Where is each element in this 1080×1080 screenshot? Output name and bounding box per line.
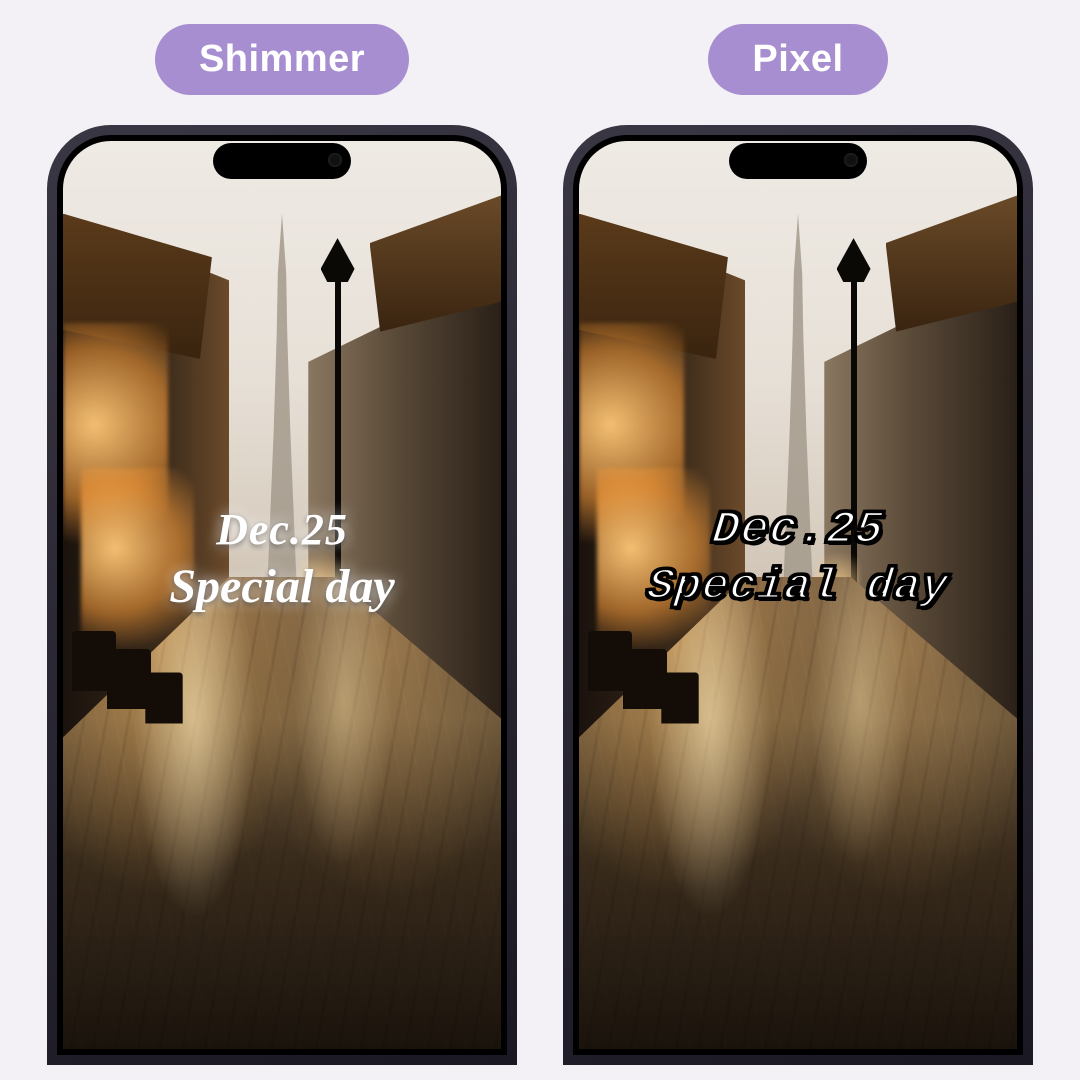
overlay-text-pixel: Dec.25 Special day — [579, 504, 1017, 612]
phone-screen-left: Dec.25 Special day — [63, 141, 501, 1049]
overlay-line2: Special day — [63, 559, 501, 614]
left-column: Shimmer — [47, 24, 517, 1065]
overlay-line1: Dec.25 — [579, 504, 1017, 556]
effect-label-shimmer: Shimmer — [155, 24, 409, 95]
phone-screen-right: Dec.25 Special day — [579, 141, 1017, 1049]
right-column: Pixel — [563, 24, 1033, 1065]
comparison-stage: Shimmer — [0, 0, 1080, 1080]
phone-mockup-left: Dec.25 Special day — [47, 125, 517, 1065]
front-camera — [844, 153, 858, 167]
effect-label-pixel: Pixel — [708, 24, 887, 95]
front-camera — [328, 153, 342, 167]
overlay-text-shimmer: Dec.25 Special day — [63, 504, 501, 614]
phone-mockup-right: Dec.25 Special day — [563, 125, 1033, 1065]
overlay-line1: Dec.25 — [63, 504, 501, 555]
overlay-line2: Special day — [579, 562, 1017, 612]
